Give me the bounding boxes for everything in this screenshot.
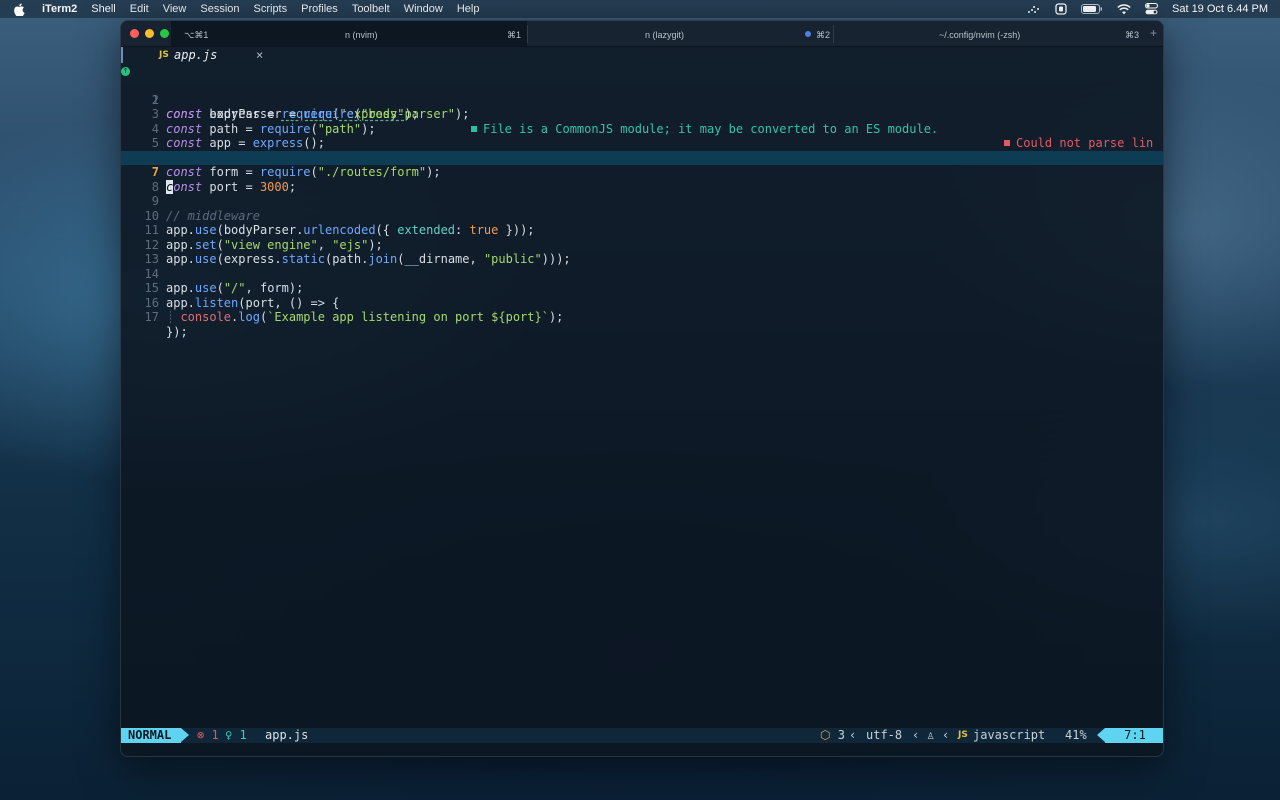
tab-lazygit-shortcut: ⌘2 <box>816 30 831 40</box>
code-line[interactable]: 5 <box>121 122 1163 150</box>
menu-window[interactable]: Window <box>404 3 443 15</box>
statusline: NORMAL ⊗ 1 ♀ 1 app.js ⬡ 3 ‹ utf-8 ‹ ♙ ‹ … <box>121 728 1163 743</box>
tab-nvim[interactable]: ⌥⌘1 n (nvim) ⌘1 <box>171 21 527 47</box>
tab-zsh[interactable]: ~/.config/nvim (-zsh) ⌘3 <box>834 21 1144 47</box>
code-line[interactable]: 14 app.use("/", form); <box>121 252 1163 296</box>
buffer-line: JS app.js × <box>121 47 1163 63</box>
code-line[interactable]: 6 const form = require("./routes/form"); <box>121 136 1163 180</box>
status-filename: app.js <box>265 728 309 742</box>
code-line[interactable]: 9 // middleware <box>121 180 1163 223</box>
error-count[interactable]: ⊗ 1 <box>197 728 219 743</box>
minimize-window-button[interactable] <box>145 29 154 38</box>
menu-iterm2[interactable]: iTerm2 <box>42 3 77 15</box>
buffer-active-indicator <box>121 47 123 63</box>
mode-indicator: NORMAL <box>121 728 181 743</box>
code-line[interactable]: 8 <box>121 165 1163 194</box>
code-line[interactable]: 11 app.set("view engine", "ejs"); <box>121 209 1163 252</box>
hint-icon: ♀ <box>225 728 233 742</box>
menu-profiles[interactable]: Profiles <box>301 3 338 15</box>
tab-nvim-shortcut: ⌘1 <box>507 30 522 40</box>
code-text: }); <box>166 324 188 339</box>
code-line[interactable]: 15 app.listen(port, () => { <box>121 267 1163 310</box>
position-separator <box>1097 728 1105 742</box>
filetype-icon: JS <box>958 730 968 740</box>
indent-guide: ┊ <box>167 310 175 324</box>
iterm-window: ⌥⌘1 n (nvim) ⌘1 n (lazygit) ⌘2 ~/.config… <box>120 20 1164 757</box>
code-line[interactable]: 2 const bodyParser = require("body-parse… <box>121 78 1163 122</box>
menu-scripts[interactable]: Scripts <box>254 3 288 15</box>
menu-toolbelt[interactable]: Toolbelt <box>352 3 390 15</box>
javascript-file-icon: JS <box>159 50 169 60</box>
lightbulb-sign-icon[interactable]: ↑ <box>121 66 130 76</box>
control-center-icon[interactable] <box>1145 3 1158 15</box>
menu-shell[interactable]: Shell <box>91 3 115 15</box>
cursor-position: 7:1 <box>1105 728 1163 743</box>
menu-session[interactable]: Session <box>200 3 239 15</box>
code-line[interactable]: 10 app.use(bodyParser.urlencoded({ exten… <box>121 194 1163 238</box>
code-text: ┊ console.log(`Example app listening on … <box>167 310 564 324</box>
new-tab-button[interactable]: + <box>1150 26 1157 40</box>
code-line[interactable]: ↑ 1 const express = require("express"); … <box>121 64 1163 150</box>
tab-nvim-label: n (nvim) <box>345 30 378 40</box>
nvim-editor[interactable]: JS app.js × ↑ 1 const express = require(… <box>121 47 1163 727</box>
mode-separator <box>181 728 189 742</box>
buffer-tab-name[interactable]: app.js <box>174 48 217 62</box>
hint-count[interactable]: ♀ 1 <box>225 728 247 743</box>
filetype: javascript <box>973 728 1046 742</box>
menu-view[interactable]: View <box>163 3 187 15</box>
separator-icon: ‹ <box>849 728 857 742</box>
code-line[interactable]: 4 const app = express(); <box>121 107 1163 151</box>
battery-icon[interactable] <box>1081 4 1103 14</box>
separator-icon: ‹ <box>942 728 950 742</box>
menu-edit[interactable]: Edit <box>130 3 149 15</box>
zoom-window-button[interactable] <box>160 29 169 38</box>
activity-dot-icon <box>805 31 811 37</box>
code-line[interactable]: 17 }); <box>121 296 1163 339</box>
activity-dots-icon[interactable] <box>1027 4 1041 14</box>
error-icon: ⊗ <box>197 728 205 742</box>
tab-lazygit-label: n (lazygit) <box>645 30 685 40</box>
tab-lazygit[interactable]: n (lazygit) ⌘2 <box>528 21 833 47</box>
tab-zsh-shortcut: ⌘3 <box>1125 30 1140 40</box>
apple-menu-icon[interactable] <box>14 3 30 16</box>
tab-zsh-label: ~/.config/nvim (-zsh) <box>939 30 1021 40</box>
separator-icon: ‹ <box>912 728 920 742</box>
line-number: 17 <box>144 310 159 324</box>
file-encoding: utf-8 <box>866 728 903 742</box>
buffer-close-icon[interactable]: × <box>256 48 263 62</box>
menubar-clock[interactable]: Sat 19 Oct 6.44 PM <box>1172 3 1268 15</box>
linux-icon: ♙ <box>927 728 935 742</box>
code-line[interactable]: 3 const path = require("path"); <box>121 93 1163 136</box>
code-line[interactable]: 12 app.use(express.static(path.join(__di… <box>121 223 1163 267</box>
current-code-line[interactable]: 7 const port = 3000; <box>121 150 1163 194</box>
scroll-percent: 41% <box>1065 728 1087 742</box>
package-icon: ⬡ <box>820 728 831 742</box>
tab-nvim-shortcut-left: ⌥⌘1 <box>184 30 209 40</box>
code-line[interactable]: 16 ┊ console.log(`Example app listening … <box>121 281 1163 325</box>
wifi-icon[interactable] <box>1117 3 1131 15</box>
menu-bar: iTerm2 Shell Edit View Session Scripts P… <box>0 0 1280 18</box>
app-status-icon[interactable] <box>1055 3 1067 15</box>
tab-bar: ⌥⌘1 n (nvim) ⌘1 n (lazygit) ⌘2 ~/.config… <box>121 21 1163 47</box>
window-controls <box>130 29 169 38</box>
changes-count: ⬡ 3 <box>820 728 845 742</box>
code-line[interactable]: 13 <box>121 238 1163 266</box>
menu-help[interactable]: Help <box>457 3 480 15</box>
close-window-button[interactable] <box>130 29 139 38</box>
